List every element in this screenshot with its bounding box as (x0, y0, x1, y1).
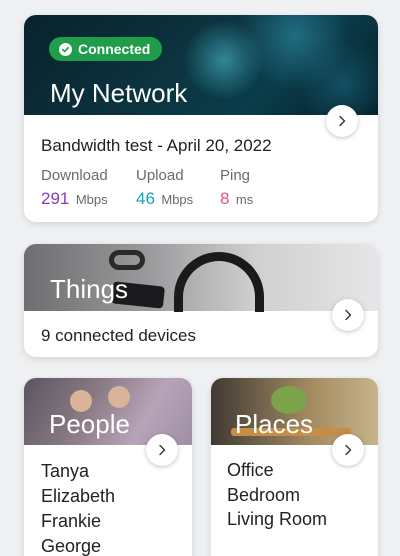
upload-stat: Upload 46 Mbps (136, 167, 193, 209)
upload-unit: Mbps (161, 192, 194, 207)
places-card[interactable]: Places Office Bedroom Living Room (211, 378, 378, 556)
check-circle-icon (59, 42, 72, 56)
person-name[interactable]: George (41, 534, 115, 556)
person-name[interactable]: Frankie (41, 509, 115, 534)
download-unit: Mbps (75, 192, 108, 207)
network-title: My Network (50, 78, 188, 108)
people-card[interactable]: People Tanya Elizabeth Frankie George (24, 378, 192, 556)
place-name[interactable]: Office (227, 458, 327, 483)
chevron-right-icon[interactable] (326, 105, 358, 137)
places-title: Places (235, 409, 314, 439)
connected-badge: Connected (49, 37, 163, 61)
people-list: Tanya Elizabeth Frankie George (41, 459, 115, 556)
chevron-right-icon[interactable] (146, 434, 178, 466)
chevron-right-icon[interactable] (332, 434, 364, 466)
ping-unit: ms (235, 192, 254, 207)
bandwidth-test-title: Bandwidth test - April 20, 2022 (41, 136, 272, 155)
network-card[interactable]: Connected My Network Bandwidth test - Ap… (24, 15, 378, 222)
things-title: Things (50, 274, 129, 304)
ping-value: 8 (220, 189, 230, 208)
child-figure (108, 386, 130, 408)
connected-devices-count: 9 connected devices (41, 326, 196, 345)
ping-label: Ping (220, 167, 251, 184)
person-name[interactable]: Elizabeth (41, 484, 115, 509)
connected-label: Connected (78, 41, 151, 57)
download-label: Download (41, 167, 108, 184)
headphones-image (174, 252, 264, 312)
place-name[interactable]: Bedroom (227, 483, 327, 508)
download-value: 291 (41, 189, 70, 208)
smart-band-image (109, 250, 145, 270)
people-title: People (49, 409, 130, 439)
things-card[interactable]: Things 9 connected devices (24, 244, 378, 357)
network-hero-image: Connected My Network (24, 15, 378, 115)
download-stat: Download 291 Mbps (41, 167, 108, 209)
person-name[interactable]: Tanya (41, 459, 115, 484)
places-list: Office Bedroom Living Room (227, 458, 327, 532)
ping-stat: Ping 8 ms (220, 167, 253, 209)
chevron-right-icon[interactable] (332, 299, 364, 331)
upload-value: 46 (136, 189, 155, 208)
things-hero-image: Things (24, 244, 378, 312)
upload-label: Upload (136, 167, 184, 184)
place-name[interactable]: Living Room (227, 507, 327, 532)
